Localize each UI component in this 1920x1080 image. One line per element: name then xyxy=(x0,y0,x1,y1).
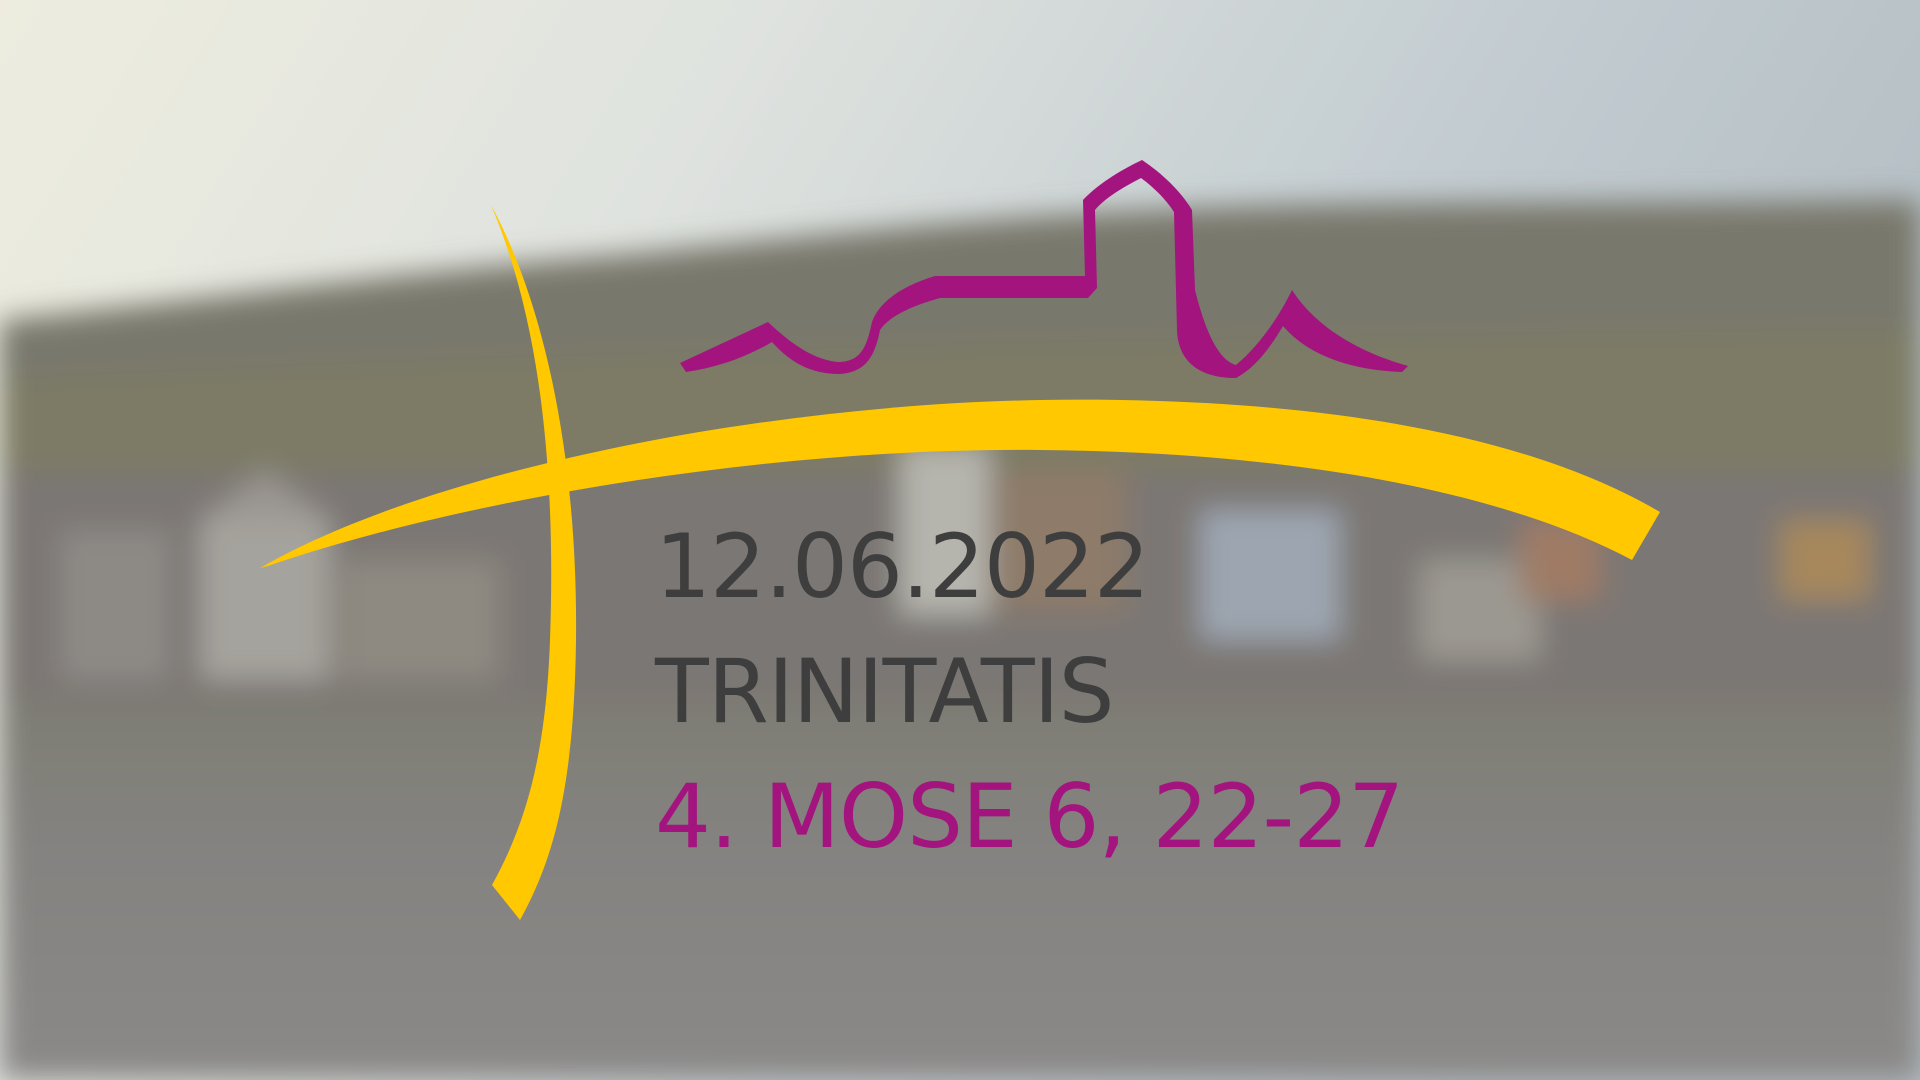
sermon-info: 12.06.2022 TRINITATIS 4. MOSE 6, 22-27 xyxy=(655,515,1404,898)
castle-outline xyxy=(680,160,1408,378)
scripture-reference: 4. MOSE 6, 22-27 xyxy=(655,765,1404,868)
slide: 12.06.2022 TRINITATIS 4. MOSE 6, 22-27 xyxy=(0,0,1920,1080)
service-date: 12.06.2022 xyxy=(655,515,1150,618)
cross-vertical-stroke xyxy=(491,205,577,920)
service-occasion: TRINITATIS xyxy=(655,640,1115,743)
